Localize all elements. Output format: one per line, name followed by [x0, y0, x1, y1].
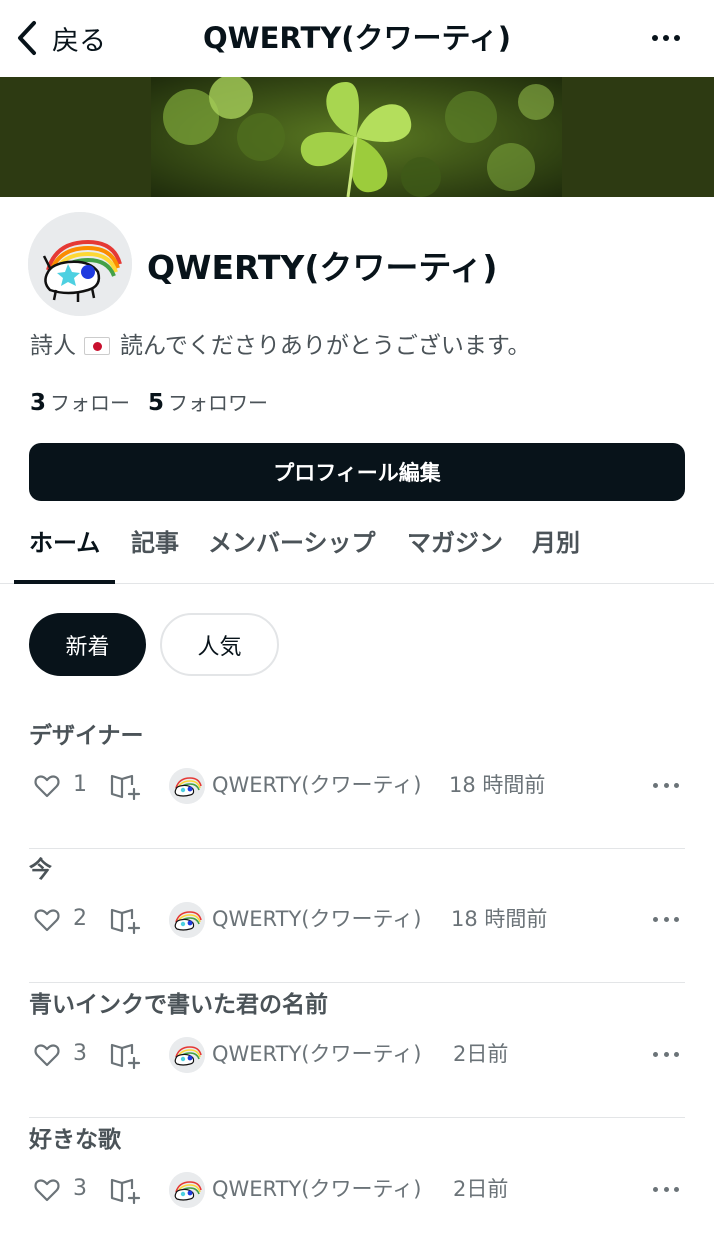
magazine-add-icon[interactable]	[109, 1176, 143, 1204]
ellipsis-icon	[652, 35, 658, 41]
tab-monthly[interactable]: 月別	[532, 526, 580, 560]
article-title[interactable]: 好きな歌	[29, 1125, 121, 1155]
follow-stats: 3 フォロー 5 フォロワー	[30, 387, 268, 416]
tab-membership[interactable]: メンバーシップ	[208, 526, 376, 560]
author-avatar[interactable]	[169, 1172, 205, 1208]
top-nav: 戻る QWERTY(クワーティ)	[0, 0, 714, 77]
article-item: デザイナー 1 QWERTY(クワーティ) 18 時間前	[29, 715, 685, 849]
author-name[interactable]: QWERTY(クワーティ)	[212, 1039, 421, 1069]
clover-header-image	[151, 77, 562, 197]
active-tab-indicator	[14, 580, 115, 584]
header-banner	[0, 77, 714, 197]
like-count: 3	[73, 1041, 87, 1066]
article-more-button[interactable]	[653, 906, 679, 932]
unicorn-avatar-image	[169, 1172, 205, 1208]
follow-count[interactable]: 3	[30, 390, 46, 416]
article-title[interactable]: 青いインクで書いた君の名前	[29, 990, 328, 1020]
profile-avatar[interactable]	[28, 212, 132, 316]
post-time: 2日前	[453, 1042, 509, 1066]
article-more-button[interactable]	[653, 772, 679, 798]
magazine-add-icon[interactable]	[109, 906, 143, 934]
heart-icon[interactable]	[33, 772, 61, 800]
post-time: 2日前	[453, 1177, 509, 1201]
article-item: 好きな歌 3 QWERTY(クワーティ) 2日前	[29, 1119, 685, 1240]
article-more-button[interactable]	[653, 1176, 679, 1202]
japan-flag-icon	[84, 337, 110, 355]
article-title[interactable]: 今	[29, 855, 52, 885]
follower-label[interactable]: フォロワー	[168, 387, 268, 416]
filter-popular-button[interactable]: 人気	[160, 613, 279, 676]
like-count: 3	[73, 1176, 87, 1201]
tab-magazine[interactable]: マガジン	[407, 526, 503, 560]
author-name[interactable]: QWERTY(クワーティ)	[212, 770, 421, 800]
profile-tabs: ホーム 記事 メンバーシップ マガジン 月別	[0, 518, 714, 584]
article-title[interactable]: デザイナー	[29, 721, 144, 751]
magazine-add-icon[interactable]	[109, 1041, 143, 1069]
post-time: 18 時間前	[449, 773, 546, 797]
like-count: 2	[73, 906, 87, 931]
ellipsis-icon	[653, 916, 658, 922]
unicorn-avatar-image	[169, 902, 205, 938]
like-count: 1	[73, 772, 87, 797]
magazine-add-icon[interactable]	[109, 772, 143, 800]
article-meta: 3 QWERTY(クワーティ) 2日前	[29, 1035, 685, 1075]
author-avatar[interactable]	[169, 768, 205, 804]
heart-icon[interactable]	[33, 906, 61, 934]
author-avatar[interactable]	[169, 902, 205, 938]
article-meta: 2 QWERTY(クワーティ) 18 時間前	[29, 900, 685, 940]
article-meta: 3 QWERTY(クワーティ) 2日前	[29, 1170, 685, 1210]
page-title: QWERTY(クワーティ)	[202, 21, 512, 55]
ellipsis-icon	[653, 782, 658, 788]
tab-articles[interactable]: 記事	[131, 526, 179, 560]
article-item: 今 2 QWERTY(クワーティ) 18 時間前	[29, 849, 685, 983]
ellipsis-icon	[653, 1051, 658, 1057]
author-name[interactable]: QWERTY(クワーティ)	[212, 1174, 421, 1204]
article-more-button[interactable]	[653, 1041, 679, 1067]
unicorn-avatar-image	[169, 1037, 205, 1073]
article-meta: 1 QWERTY(クワーティ) 18 時間前	[29, 766, 685, 806]
ellipsis-icon	[653, 1186, 658, 1192]
post-time: 18 時間前	[451, 907, 548, 931]
heart-icon[interactable]	[33, 1041, 61, 1069]
article-item: 青いインクで書いた君の名前 3 QWERTY(クワーティ) 2日前	[29, 984, 685, 1118]
profile-name: QWERTY(クワーティ)	[147, 248, 498, 287]
edit-profile-button[interactable]: プロフィール編集	[29, 443, 685, 501]
bio-text: 読んでくださりありがとうございます。	[120, 333, 531, 359]
author-name[interactable]: QWERTY(クワーティ)	[212, 904, 421, 934]
author-avatar[interactable]	[169, 1037, 205, 1073]
more-menu-button[interactable]	[646, 24, 686, 52]
heart-icon[interactable]	[33, 1176, 61, 1204]
profile-bio: 詩人 読んでくださりありがとうございます。	[30, 328, 531, 364]
follow-label[interactable]: フォロー	[50, 387, 130, 416]
bio-prefix: 詩人	[30, 333, 76, 359]
unicorn-avatar-image	[169, 768, 205, 804]
unicorn-avatar-image	[28, 212, 132, 316]
filter-new-button[interactable]: 新着	[29, 613, 146, 676]
tab-home[interactable]: ホーム	[29, 526, 100, 560]
follower-count[interactable]: 5	[148, 390, 164, 416]
